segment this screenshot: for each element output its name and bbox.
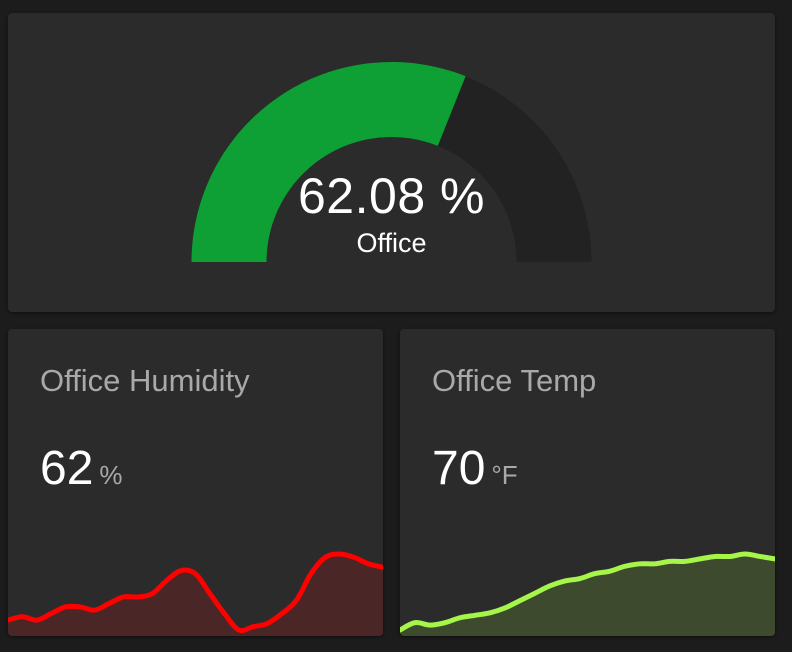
temp-sensor-card[interactable]: Office Temp 70 °F xyxy=(400,329,775,636)
state-unit: °F xyxy=(491,460,518,490)
sensor-name: Office Temp xyxy=(432,363,597,398)
state-value: 70 xyxy=(432,442,486,495)
sensor-name: Office Humidity xyxy=(40,363,250,398)
sensor-state: 62% xyxy=(40,441,123,496)
sensor-state: 70 °F xyxy=(432,441,518,496)
humidity-sensor-card[interactable]: Office Humidity 62% xyxy=(8,329,383,636)
gauge-value: 62.08 % xyxy=(298,168,485,224)
history-area xyxy=(8,554,383,636)
gauge-chart xyxy=(191,62,592,262)
state-value: 62 xyxy=(40,442,94,495)
history-area xyxy=(400,554,775,636)
gauge-card[interactable]: 62.08 % Office xyxy=(8,13,775,312)
gauge-name: Office xyxy=(356,228,427,258)
humidity-history-graph xyxy=(8,551,383,636)
temp-history-graph xyxy=(400,551,775,636)
state-unit: % xyxy=(99,460,123,490)
